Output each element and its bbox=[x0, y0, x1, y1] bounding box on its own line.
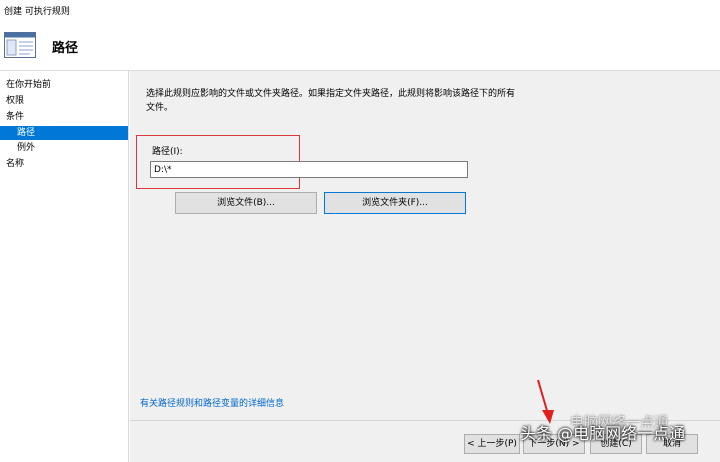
rule-page-icon bbox=[4, 32, 36, 58]
watermark-text: 头条 @电脑网络一点通 bbox=[520, 424, 686, 443]
path-rules-help-link[interactable]: 有关路径规则和路径变量的详细信息 bbox=[140, 396, 284, 409]
page-title: 路径 bbox=[52, 41, 79, 56]
path-label: 路径(I): bbox=[152, 147, 183, 157]
sidebar-item-name[interactable]: 名称 bbox=[0, 157, 128, 171]
sidebar-item-exceptions[interactable]: 例外 bbox=[0, 141, 128, 155]
title-bar: 创建 可执行规则 bbox=[0, 0, 720, 22]
sidebar-item-conditions[interactable]: 条件 bbox=[0, 110, 128, 124]
sidebar-item-permissions[interactable]: 权限 bbox=[0, 94, 128, 108]
annotation-arrow-icon bbox=[537, 379, 554, 424]
sidebar-item-label: 条件 bbox=[6, 112, 25, 122]
sidebar-item-label: 名称 bbox=[6, 159, 25, 169]
back-button[interactable]: < 上一步(P) bbox=[464, 434, 520, 454]
sidebar-item-label: 例外 bbox=[17, 143, 36, 153]
sidebar-item-label: 在你开始前 bbox=[6, 80, 52, 90]
sidebar-item-before-you-begin[interactable]: 在你开始前 bbox=[0, 78, 128, 92]
browse-folders-button[interactable]: 浏览文件夹(F)... bbox=[324, 192, 466, 214]
description-text: 选择此规则应影响的文件或文件夹路径。如果指定文件夹路径，此规则将影响该路径下的所… bbox=[146, 89, 516, 113]
sidebar-item-path[interactable]: 路径 bbox=[0, 126, 128, 140]
wizard-nav: 在你开始前 权限 条件 路径 例外 名称 bbox=[0, 71, 129, 462]
sidebar-item-label: 权限 bbox=[6, 96, 25, 106]
browse-files-button[interactable]: 浏览文件(B)... bbox=[175, 192, 317, 214]
content-pane: 选择此规则应影响的文件或文件夹路径。如果指定文件夹路径，此规则将影响该路径下的所… bbox=[130, 71, 720, 462]
path-input[interactable] bbox=[150, 161, 468, 178]
sidebar-item-label: 路径 bbox=[17, 128, 36, 138]
window-title: 创建 可执行规则 bbox=[4, 7, 70, 17]
page-header: 路径 bbox=[0, 22, 720, 70]
